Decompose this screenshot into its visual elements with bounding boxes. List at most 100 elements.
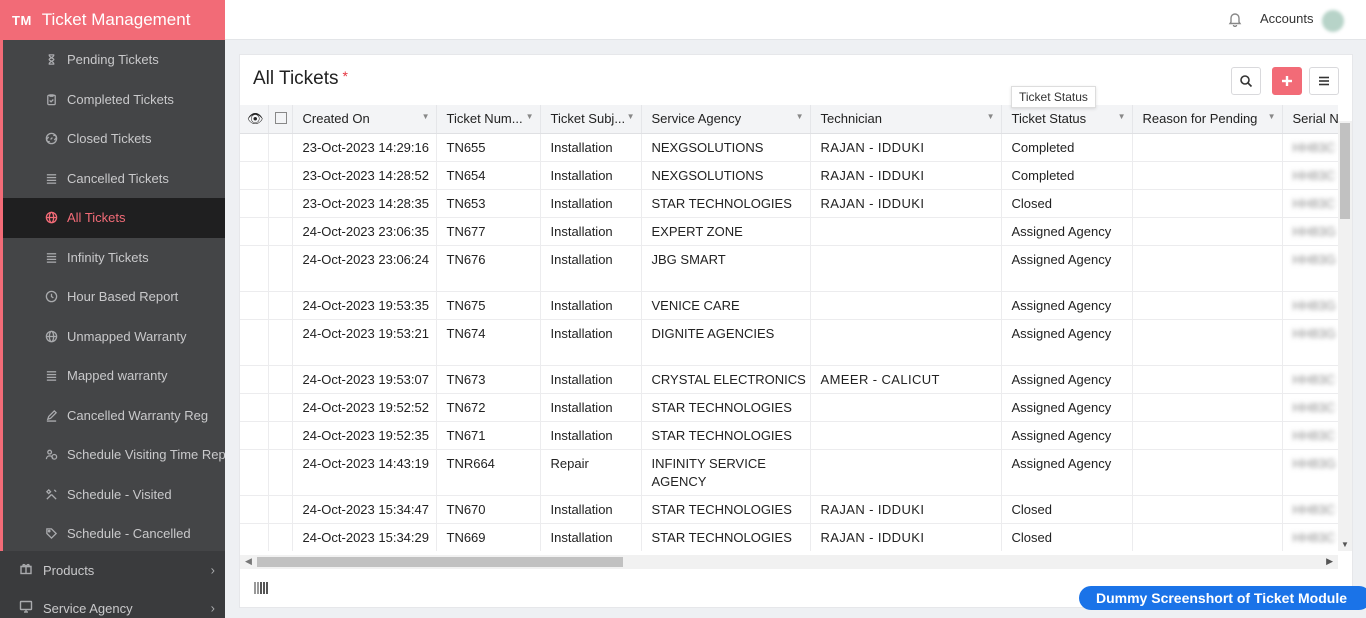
sidebar-item-hour-based-report[interactable]: Hour Based Report — [3, 277, 225, 317]
tag-icon — [44, 527, 58, 541]
row-select-cell[interactable] — [268, 319, 293, 366]
cell-ticket: TN672 — [436, 393, 541, 422]
brand-header[interactable]: TM Ticket Management — [0, 0, 225, 40]
cell-created: 24-Oct-2023 19:52:52 — [292, 393, 437, 422]
cell-ticket: TN655 — [436, 133, 541, 162]
sidebar-item-unmapped-warranty[interactable]: Unmapped Warranty — [3, 317, 225, 357]
cell-subject: Installation — [540, 291, 642, 320]
menu-button[interactable] — [1309, 67, 1339, 95]
monitor-icon — [19, 600, 33, 617]
table-row[interactable]: 24-Oct-2023 14:43:19 TNR664 Repair INFINITY… — [240, 449, 1338, 496]
cell-created: 24-Oct-2023 19:52:35 — [292, 421, 437, 450]
sidebar-item-pending-tickets[interactable]: Pending Tickets — [3, 40, 225, 80]
sort-menu-icon[interactable]: ▼ — [627, 112, 635, 121]
select-all-header[interactable] — [268, 105, 293, 134]
sidebar-item-schedule-cancelled[interactable]: Schedule - Cancelled — [3, 514, 225, 554]
table-row[interactable]: 23-Oct-2023 14:29:16 TN655 Installation NEX… — [240, 133, 1338, 162]
row-select-cell[interactable] — [268, 217, 293, 246]
vertical-scroll-thumb[interactable] — [1340, 123, 1350, 219]
sidebar-item-mapped-warranty[interactable]: Mapped warranty — [3, 356, 225, 396]
cell-ticket: TNR664 — [436, 449, 541, 496]
loading-indicator-icon — [254, 581, 278, 595]
column-header-label: Created On — [302, 111, 370, 127]
column-header-5[interactable]: Ticket Status ▼ — [1001, 105, 1133, 134]
cell-tech — [810, 449, 1002, 496]
sidebar-menu-service-agency[interactable]: Service Agency › — [0, 589, 225, 618]
cell-subject: Installation — [540, 161, 642, 190]
cell-ticket: TN676 — [436, 245, 541, 292]
sort-menu-icon[interactable]: ▼ — [796, 112, 804, 121]
sidebar-menu-products[interactable]: Products › — [0, 551, 225, 589]
vertical-scrollbar[interactable]: ▼ — [1338, 121, 1352, 551]
horizontal-scroll-thumb[interactable] — [257, 557, 623, 567]
cell-subject: Installation — [540, 365, 642, 394]
row-select-cell[interactable] — [268, 523, 293, 551]
sidebar-item-infinity-tickets[interactable]: Infinity Tickets — [3, 238, 225, 278]
column-header-1[interactable]: Ticket Num... ▼ — [436, 105, 541, 134]
table-row[interactable]: 24-Oct-2023 23:06:24 TN676 Installation JBG… — [240, 245, 1338, 292]
table-row[interactable]: 24-Oct-2023 19:52:52 TN672 Installation STA… — [240, 393, 1338, 422]
globe-icon — [44, 211, 58, 225]
select-all-checkbox[interactable] — [274, 112, 287, 125]
column-header-4[interactable]: Technician ▼ — [810, 105, 1002, 134]
table-row[interactable]: 24-Oct-2023 15:34:29 TN669 Installation STA… — [240, 523, 1338, 551]
column-visibility-header[interactable]: 👁 — [240, 105, 269, 134]
cell-created: 24-Oct-2023 15:34:47 — [292, 495, 437, 524]
table-row[interactable]: 23-Oct-2023 14:28:35 TN653 Installation STA… — [240, 189, 1338, 218]
cell-status: Assigned Agency — [1001, 319, 1133, 366]
row-select-cell[interactable] — [268, 189, 293, 218]
sort-menu-icon[interactable]: ▼ — [987, 112, 995, 121]
sidebar-item-cancelled-tickets[interactable]: Cancelled Tickets — [3, 159, 225, 199]
row-select-cell[interactable] — [268, 245, 293, 292]
sort-menu-icon[interactable]: ▼ — [422, 112, 430, 121]
table-row[interactable]: 24-Oct-2023 23:06:35 TN677 Installation EXP… — [240, 217, 1338, 246]
table-row[interactable]: 23-Oct-2023 14:28:52 TN654 Installation NEX… — [240, 161, 1338, 190]
sidebar-item-completed-tickets[interactable]: Completed Tickets — [3, 80, 225, 120]
accounts-menu[interactable]: Accounts — [1260, 11, 1313, 26]
row-select-cell[interactable] — [268, 161, 293, 190]
column-header-6[interactable]: Reason for Pending ▼ — [1132, 105, 1283, 134]
cell-status: Assigned Agency — [1001, 291, 1133, 320]
search-button[interactable] — [1231, 67, 1261, 95]
table-row[interactable]: 24-Oct-2023 15:34:47 TN670 Installation STA… — [240, 495, 1338, 524]
row-select-cell[interactable] — [268, 365, 293, 394]
cell-tech — [810, 245, 1002, 292]
row-eye-cell — [240, 217, 269, 246]
add-ticket-button[interactable] — [1272, 67, 1302, 95]
scroll-right-arrow[interactable]: ▶ — [1326, 556, 1333, 567]
row-select-cell[interactable] — [268, 421, 293, 450]
cell-created: 23-Oct-2023 14:29:16 — [292, 133, 437, 162]
sidebar-item-cancelled-warranty-reg[interactable]: Cancelled Warranty Reg — [3, 396, 225, 436]
sidebar-item-schedule-visited[interactable]: Schedule - Visited — [3, 475, 225, 515]
table-row[interactable]: 24-Oct-2023 19:53:21 TN674 Installation DIG… — [240, 319, 1338, 366]
cell-serial: HH83C — [1282, 523, 1338, 551]
sidebar-item-all-tickets[interactable]: All Tickets — [3, 198, 225, 238]
sidebar-item-closed-tickets[interactable]: Closed Tickets — [3, 119, 225, 159]
sidebar-item-schedule-visiting-time-rep[interactable]: Schedule Visiting Time Rep — [3, 435, 225, 475]
scroll-left-arrow[interactable]: ◀ — [245, 556, 252, 567]
sort-menu-icon[interactable]: ▼ — [1118, 112, 1126, 121]
bell-icon[interactable] — [1227, 11, 1243, 32]
row-select-cell[interactable] — [268, 393, 293, 422]
scroll-down-arrow[interactable]: ▼ — [1341, 540, 1349, 549]
column-header-7[interactable]: Serial N — [1282, 105, 1338, 134]
table-row[interactable]: 24-Oct-2023 19:52:35 TN671 Installation STA… — [240, 421, 1338, 450]
clock-report-icon — [44, 290, 58, 304]
sort-menu-icon[interactable]: ▼ — [526, 112, 534, 121]
column-header-3[interactable]: Service Agency ▼ — [641, 105, 811, 134]
avatar[interactable] — [1322, 10, 1344, 32]
cell-reason — [1132, 449, 1283, 496]
column-header-0[interactable]: Created On ▼ — [292, 105, 437, 134]
sidebar-menu-label: Products — [43, 562, 95, 578]
row-select-cell[interactable] — [268, 495, 293, 524]
column-header-2[interactable]: Ticket Subj... ▼ — [540, 105, 642, 134]
row-select-cell[interactable] — [268, 133, 293, 162]
row-select-cell[interactable] — [268, 291, 293, 320]
cell-ticket: TN675 — [436, 291, 541, 320]
row-select-cell[interactable] — [268, 449, 293, 496]
cell-agency: NEXGSOLUTIONS — [641, 161, 811, 190]
horizontal-scrollbar[interactable]: ◀ ▶ — [240, 555, 1338, 569]
sort-menu-icon[interactable]: ▼ — [1268, 112, 1276, 121]
table-row[interactable]: 24-Oct-2023 19:53:07 TN673 Installation CRY… — [240, 365, 1338, 394]
table-row[interactable]: 24-Oct-2023 19:53:35 TN675 Installation VEN… — [240, 291, 1338, 320]
